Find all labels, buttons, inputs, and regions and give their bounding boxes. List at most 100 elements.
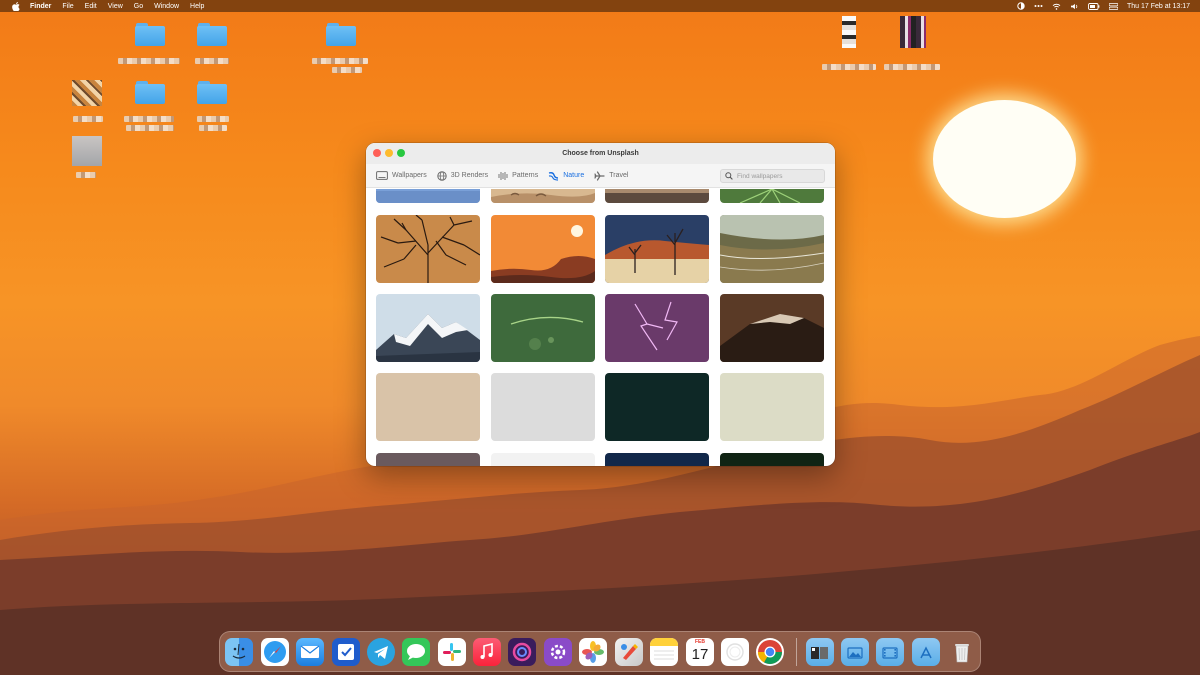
telegram-icon[interactable] bbox=[367, 638, 395, 666]
wifi-icon[interactable] bbox=[1052, 3, 1061, 10]
applications-folder-icon[interactable] bbox=[912, 638, 940, 666]
status-area: Thu 17 Feb at 13:17 bbox=[1017, 0, 1190, 12]
tab-patterns[interactable]: Patterns bbox=[498, 171, 538, 181]
app-store-settings-icon[interactable] bbox=[544, 638, 572, 666]
window-title: Choose from Unsplash bbox=[562, 150, 639, 157]
search-icon bbox=[725, 167, 733, 185]
wave-icon bbox=[548, 171, 559, 181]
desktop-folder-label-redacted bbox=[126, 125, 174, 131]
wallpaper-grid bbox=[366, 189, 835, 466]
notes-icon[interactable] bbox=[650, 638, 678, 666]
category-toolbar: Wallpapers 3D Renders Patterns Nature Tr… bbox=[366, 164, 835, 188]
close-button[interactable] bbox=[373, 149, 381, 157]
wallpaper-thumbnail[interactable] bbox=[376, 189, 480, 203]
search-field[interactable] bbox=[720, 169, 825, 183]
pictures-folder-icon[interactable] bbox=[841, 638, 869, 666]
wallpaper-thumbnail[interactable] bbox=[605, 453, 709, 466]
menu-edit[interactable]: Edit bbox=[85, 3, 97, 10]
desktop-folder-label-redacted bbox=[197, 116, 229, 122]
menu-view[interactable]: View bbox=[108, 3, 123, 10]
window-controls bbox=[373, 149, 405, 157]
desktop-folder-label-redacted bbox=[199, 125, 227, 131]
wallpaper-thumbnail[interactable] bbox=[605, 294, 709, 362]
menu-file[interactable]: File bbox=[62, 3, 73, 10]
desktop-folder[interactable] bbox=[135, 22, 165, 46]
mail-icon[interactable] bbox=[296, 638, 324, 666]
desktop-file-icon[interactable] bbox=[900, 16, 926, 48]
trash-icon[interactable] bbox=[948, 638, 976, 666]
desktop-folder[interactable] bbox=[135, 80, 165, 104]
reminders-icon[interactable] bbox=[721, 638, 749, 666]
desktop-folder-label-redacted bbox=[195, 58, 229, 64]
desktop-folder[interactable] bbox=[197, 80, 227, 104]
control-center-icon[interactable] bbox=[1108, 2, 1118, 10]
clock[interactable]: Thu 17 Feb at 13:17 bbox=[1127, 3, 1190, 10]
wallpaper-thumbnail[interactable] bbox=[605, 373, 709, 441]
folder-icon bbox=[197, 22, 227, 46]
tab-3d-renders[interactable]: 3D Renders bbox=[437, 170, 489, 181]
slack-icon[interactable] bbox=[438, 638, 466, 666]
pixelmator-icon[interactable] bbox=[615, 638, 643, 666]
tab-wallpapers[interactable]: Wallpapers bbox=[376, 171, 427, 180]
wallpaper-thumbnail[interactable] bbox=[605, 215, 709, 283]
desktop-file-icon[interactable] bbox=[72, 80, 102, 106]
chrome-icon[interactable] bbox=[756, 638, 784, 666]
globe-icon bbox=[437, 170, 447, 181]
desktop-folder[interactable] bbox=[197, 22, 227, 46]
desktop-folder-label-redacted bbox=[332, 67, 362, 73]
tab-nature[interactable]: Nature bbox=[548, 171, 584, 181]
desktop-file-icon[interactable] bbox=[72, 136, 102, 166]
wallpaper-thumbnail[interactable] bbox=[376, 215, 480, 283]
music-icon[interactable] bbox=[473, 638, 501, 666]
menu-help[interactable]: Help bbox=[190, 3, 204, 10]
stack-folder-icon[interactable] bbox=[806, 638, 834, 666]
desktop-folder[interactable] bbox=[326, 22, 356, 46]
dock-separator bbox=[796, 638, 797, 666]
wallpaper-thumbnail[interactable] bbox=[376, 294, 480, 362]
finder-icon[interactable] bbox=[225, 638, 253, 666]
tab-label: 3D Renders bbox=[450, 172, 489, 179]
menu-bar: Finder File Edit View Go Window Help Thu… bbox=[0, 0, 1200, 12]
title-bar[interactable]: Choose from Unsplash bbox=[366, 143, 835, 164]
dock: FEB 17 bbox=[219, 631, 981, 672]
menu-go[interactable]: Go bbox=[134, 3, 143, 10]
wallpaper-thumbnail[interactable] bbox=[491, 453, 595, 466]
wallpaper-thumbnail[interactable] bbox=[720, 453, 824, 466]
zoom-button[interactable] bbox=[397, 149, 405, 157]
search-input[interactable] bbox=[737, 172, 822, 180]
desktop-file-icon[interactable] bbox=[842, 16, 856, 48]
safari-icon[interactable] bbox=[261, 638, 289, 666]
wallpaper-thumbnail[interactable] bbox=[720, 294, 824, 362]
menu-app-name[interactable]: Finder bbox=[30, 3, 51, 10]
airplane-icon bbox=[594, 170, 605, 181]
wallpaper-thumbnail[interactable] bbox=[491, 215, 595, 283]
privacy-icon[interactable] bbox=[1017, 2, 1025, 10]
movies-folder-icon[interactable] bbox=[876, 638, 904, 666]
menu-window[interactable]: Window bbox=[154, 3, 179, 10]
volume-icon[interactable] bbox=[1070, 3, 1079, 10]
wallpaper-thumbnail[interactable] bbox=[491, 189, 595, 203]
wallpaper-thumbnail[interactable] bbox=[376, 453, 480, 466]
tasks-icon[interactable] bbox=[332, 638, 360, 666]
desktop-file-label-redacted bbox=[76, 172, 96, 178]
wallpaper-thumbnail[interactable] bbox=[491, 294, 595, 362]
desktop-folder-label-redacted bbox=[124, 116, 174, 122]
desktop-file-label-redacted bbox=[822, 64, 876, 70]
wallpaper-thumbnail[interactable] bbox=[720, 215, 824, 283]
battery-icon[interactable] bbox=[1088, 2, 1100, 10]
wallpaper-thumbnail[interactable] bbox=[720, 189, 824, 203]
wallpaper-thumbnail[interactable] bbox=[720, 373, 824, 441]
wallpaper-thumbnail[interactable] bbox=[605, 189, 709, 203]
arc-icon[interactable] bbox=[508, 638, 536, 666]
apple-logo-icon[interactable] bbox=[11, 1, 21, 11]
wallpaper-thumbnail[interactable] bbox=[491, 373, 595, 441]
minimize-button[interactable] bbox=[385, 149, 393, 157]
calendar-icon[interactable]: FEB 17 bbox=[686, 638, 714, 666]
tab-travel[interactable]: Travel bbox=[594, 170, 628, 181]
messages-icon[interactable] bbox=[402, 638, 430, 666]
folder-icon bbox=[135, 80, 165, 104]
wallpaper-thumbnail[interactable] bbox=[376, 373, 480, 441]
desktop-file-label-redacted bbox=[73, 116, 103, 122]
more-icon[interactable] bbox=[1034, 4, 1043, 8]
photos-icon[interactable] bbox=[579, 638, 607, 666]
